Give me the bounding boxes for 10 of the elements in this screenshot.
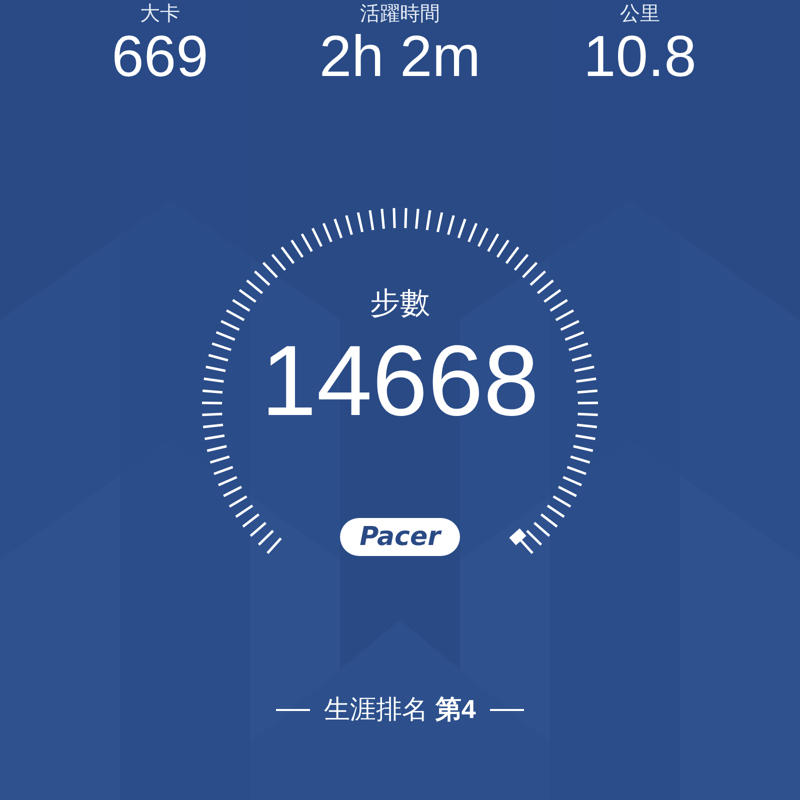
steps-count: 14668 xyxy=(260,326,540,436)
stat-label: 大卡 xyxy=(140,2,180,26)
stat-label: 活躍時間 xyxy=(360,2,440,26)
stat-value: 2h 2m xyxy=(319,26,481,88)
career-rank: 生涯排名 第4 xyxy=(324,693,476,726)
stat-label: 公里 xyxy=(620,2,660,26)
stat-value: 669 xyxy=(112,26,208,88)
pacer-logo: Pacer xyxy=(340,518,460,556)
stat-value: 10.8 xyxy=(584,26,696,88)
steps-label: 步數 xyxy=(370,286,430,322)
